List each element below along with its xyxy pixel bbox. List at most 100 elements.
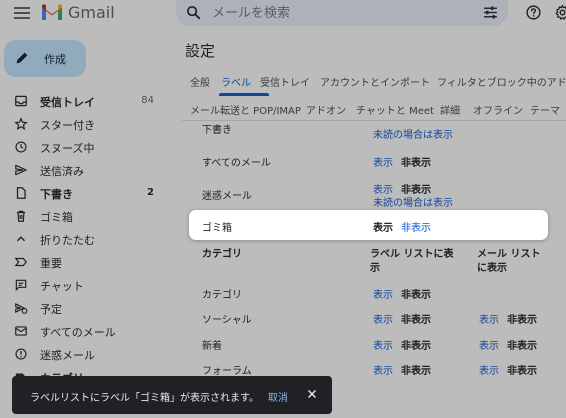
sidebar-item-sent[interactable]: 送信済み (0, 159, 170, 182)
hide-selected: 非表示 (401, 366, 431, 377)
message-list-hide-selected: 非表示 (507, 341, 537, 352)
sidebar-item-snoozed[interactable]: スヌーズ中 (0, 136, 170, 159)
sidebar-item-label: 折りたたむ (40, 234, 95, 247)
sidebar-item-label: 受信トレイ (40, 96, 95, 109)
label-row-trash: ゴミ箱 (202, 223, 232, 234)
message-list-hide-selected: 非表示 (507, 366, 537, 377)
sidebar-item-all-mail[interactable]: すべてのメール (0, 320, 170, 343)
tab-inbox[interactable]: 受信トレイ (260, 74, 310, 89)
close-icon[interactable] (305, 387, 319, 401)
show-selected: 表示 (373, 223, 393, 234)
message-list-show-link[interactable]: 表示 (479, 337, 499, 352)
chat-icon (15, 279, 27, 292)
page-title: 設定 (185, 42, 216, 60)
message-list-column-header: メール リスト (477, 249, 541, 260)
sidebar-item-important[interactable]: 重要 (0, 251, 170, 274)
tab-labels[interactable]: ラベル (221, 74, 251, 89)
important-icon (14, 257, 28, 267)
show-link[interactable]: 表示 (373, 154, 393, 169)
category-section-title: カテゴリ (202, 249, 242, 260)
label-row-social: ソーシャル (202, 315, 252, 326)
clock-icon (15, 141, 27, 153)
sidebar-item-label: 迷惑メール (40, 349, 95, 362)
hide-selected: 非表示 (401, 290, 431, 301)
draft-file-icon (16, 187, 26, 199)
sidebar-item-spam[interactable]: 迷惑メール (0, 343, 170, 366)
app-name: Gmail (68, 3, 115, 22)
show-if-unread-link[interactable]: 未読の場合は表示 (373, 126, 453, 141)
sidebar-item-inbox[interactable]: 受信トレイ 84 (0, 90, 170, 113)
inbox-icon (15, 95, 27, 107)
sidebar-item-label: チャット (40, 280, 84, 293)
label-list-column-header: ラベル リストに表 (370, 249, 454, 260)
show-link[interactable]: 表示 (373, 362, 393, 377)
help-icon[interactable] (525, 4, 542, 21)
main-menu-icon[interactable] (14, 7, 30, 19)
chevron-up-icon (17, 236, 25, 242)
message-list-column-header-cont: に表示 (477, 263, 507, 274)
compose-button[interactable]: 作成 (4, 40, 86, 77)
sidebar-item-label: 下書き (40, 188, 73, 201)
sidebar-item-label: 送信済み (40, 165, 84, 178)
sidebar-item-label: ゴミ箱 (40, 211, 73, 224)
tab-advanced[interactable]: 詳細 (440, 102, 460, 117)
snackbar: ラベルリストにラベル「ゴミ箱」が表示されます。 取消 (12, 376, 332, 414)
sidebar-item-collapse[interactable]: 折りたたむ (0, 228, 170, 251)
sidebar-item-label: スヌーズ中 (40, 142, 95, 155)
label-row-forums: フォーラム (202, 366, 252, 377)
highlighted-trash-row: ゴミ箱 表示 非表示 (189, 210, 548, 240)
search-input[interactable] (212, 3, 462, 23)
draft-count: 2 (147, 187, 154, 198)
pencil-icon (16, 52, 28, 64)
label-row-drafts: 下書き (202, 125, 232, 136)
star-icon (14, 117, 28, 130)
search-icon[interactable] (185, 4, 202, 21)
active-tab-indicator (219, 93, 269, 96)
unread-count: 84 (141, 95, 154, 106)
label-row-spam: 迷惑メール (202, 191, 252, 202)
tab-offline[interactable]: オフライン (473, 102, 523, 117)
tab-filters-blocked[interactable]: フィルタとブロック中のアド (437, 74, 566, 89)
show-link[interactable]: 表示 (373, 286, 393, 301)
gear-icon[interactable] (554, 4, 566, 21)
tab-general[interactable]: 全般 (190, 74, 210, 89)
sidebar-item-trash[interactable]: ゴミ箱 (0, 205, 170, 228)
tab-forwarding-pop-imap[interactable]: メール転送と POP/IMAP (190, 102, 301, 117)
sidebar-item-label: 重要 (40, 257, 62, 270)
trash-icon (16, 210, 26, 222)
tab-chat-meet[interactable]: チャットと Meet (356, 102, 434, 117)
send-icon (15, 164, 27, 176)
tab-addons[interactable]: アドオン (306, 102, 346, 117)
label-row-categories: カテゴリ (202, 290, 242, 301)
message-list-show-link[interactable]: 表示 (479, 362, 499, 377)
gmail-logo-icon[interactable] (40, 3, 64, 22)
sidebar-item-starred[interactable]: スター付き (0, 113, 170, 136)
label-list-column-header-cont: 示 (370, 263, 380, 274)
scheduled-send-icon (15, 302, 28, 314)
spam-icon (15, 348, 27, 360)
label-row-all-mail: すべてのメール (202, 158, 271, 169)
hide-link[interactable]: 非表示 (401, 219, 431, 234)
sidebar-item-scheduled[interactable]: 予定 (0, 297, 170, 320)
compose-label: 作成 (44, 53, 66, 66)
search-options-icon[interactable] (482, 4, 499, 21)
hide-selected: 非表示 (401, 158, 431, 169)
show-link[interactable]: 表示 (373, 337, 393, 352)
undo-button[interactable]: 取消 (268, 389, 288, 404)
tab-themes[interactable]: テーマ (530, 102, 560, 117)
sidebar-item-label: スター付き (40, 119, 95, 132)
label-row-updates: 新着 (202, 341, 222, 352)
message-list-hide-selected: 非表示 (507, 315, 537, 326)
hide-selected: 非表示 (401, 315, 431, 326)
tab-accounts-import[interactable]: アカウントとインポート (320, 74, 430, 89)
show-link[interactable]: 表示 (373, 311, 393, 326)
sidebar-item-drafts[interactable]: 下書き 2 (0, 182, 170, 205)
sidebar-item-label: すべてのメール (40, 326, 116, 339)
header: Gmail (0, 0, 566, 27)
hide-selected: 非表示 (401, 341, 431, 352)
sidebar-item-chat[interactable]: チャット (0, 274, 170, 297)
all-mail-icon (15, 326, 27, 336)
show-if-unread-link[interactable]: 未読の場合は表示 (373, 194, 453, 209)
message-list-show-link[interactable]: 表示 (479, 311, 499, 326)
tabs-divider (182, 120, 566, 121)
